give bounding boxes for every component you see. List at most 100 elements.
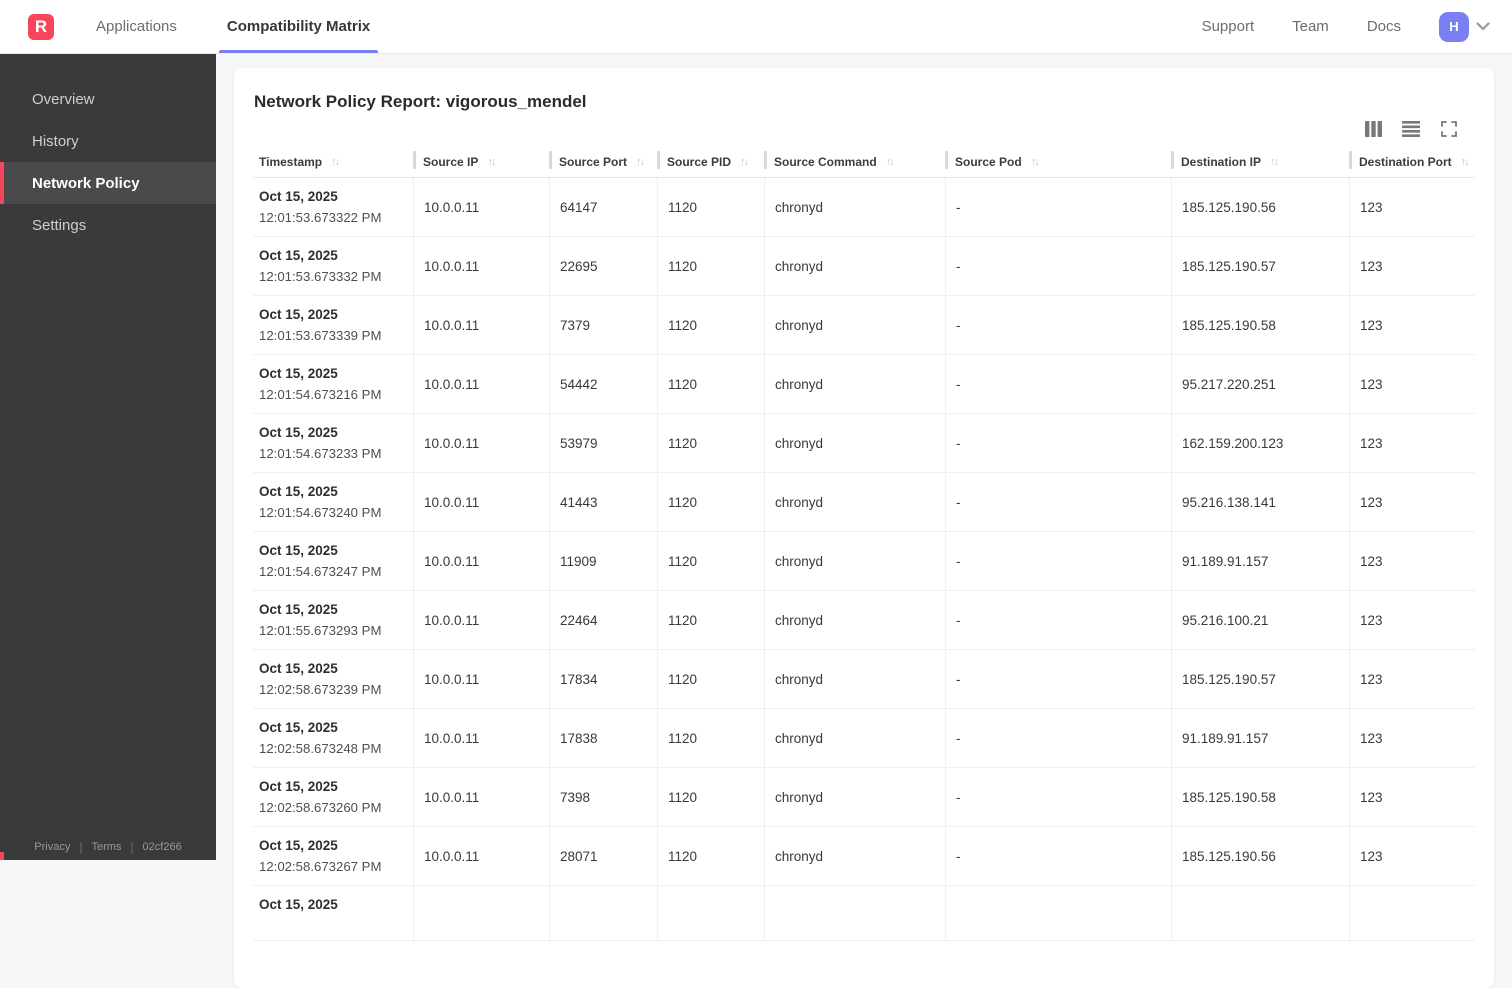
column-header[interactable]: Source IP ↑↓ bbox=[413, 150, 549, 177]
cell-source-pod: - bbox=[945, 768, 1171, 826]
cell-destination-ip: 162.159.200.123 bbox=[1171, 414, 1349, 472]
cell-timestamp: Oct 15, 2025 12:01:53.673339 PM bbox=[253, 296, 413, 354]
table-row[interactable]: Oct 15, 2025 12:01:54.673240 PM 10.0.0.1… bbox=[253, 473, 1475, 532]
sort-icon[interactable]: ↑↓ bbox=[636, 156, 645, 168]
cell-destination-ip: 91.189.91.157 bbox=[1171, 532, 1349, 590]
timestamp-time: 12:01:53.673332 PM bbox=[259, 269, 382, 284]
sort-icon[interactable]: ↑↓ bbox=[740, 156, 749, 168]
cell-destination-ip: 185.125.190.56 bbox=[1171, 827, 1349, 885]
cell-source-port: 11909 bbox=[549, 532, 657, 590]
timestamp-time: 12:01:54.673216 PM bbox=[259, 387, 382, 402]
column-header[interactable]: Source Command ↑↓ bbox=[764, 150, 945, 177]
table-row[interactable]: Oct 15, 2025 12:01:53.673322 PM 10.0.0.1… bbox=[253, 178, 1475, 237]
cell-source-port: 22695 bbox=[549, 237, 657, 295]
app-logo[interactable]: R bbox=[28, 13, 54, 40]
table-row[interactable]: Oct 15, 2025 12:01:53.673339 PM 10.0.0.1… bbox=[253, 296, 1475, 355]
sidebar-item[interactable]: History bbox=[0, 120, 216, 162]
timestamp-date: Oct 15, 2025 bbox=[259, 838, 338, 853]
cell-source-pod: - bbox=[945, 296, 1171, 354]
sidebar-item[interactable]: Network Policy bbox=[0, 162, 216, 204]
timestamp-time: 12:02:58.673260 PM bbox=[259, 800, 382, 815]
cell-timestamp: Oct 15, 2025 12:01:54.673247 PM bbox=[253, 532, 413, 590]
cell-source-pid: 1120 bbox=[657, 178, 764, 236]
cell-source-pod: - bbox=[945, 532, 1171, 590]
privacy-link[interactable]: Privacy bbox=[34, 841, 70, 853]
top-nav-item-label: Compatibility Matrix bbox=[226, 18, 371, 35]
chevron-down-icon[interactable] bbox=[1476, 22, 1490, 31]
cell-source-ip: 10.0.0.11 bbox=[413, 709, 549, 767]
table-row-partial[interactable]: Oct 15, 2025 bbox=[253, 886, 1475, 941]
column-header[interactable]: Timestamp ↑↓ bbox=[253, 150, 413, 177]
column-header[interactable]: Source Pod ↑↓ bbox=[945, 150, 1171, 177]
cell-destination-port: 123 bbox=[1349, 591, 1475, 649]
top-nav-item-label: Applications bbox=[96, 18, 177, 35]
timestamp-time: 12:01:55.673293 PM bbox=[259, 623, 382, 638]
table-row[interactable]: Oct 15, 2025 12:02:58.673267 PM 10.0.0.1… bbox=[253, 827, 1475, 886]
sort-icon[interactable]: ↑↓ bbox=[886, 156, 895, 168]
table-row[interactable]: Oct 15, 2025 12:01:54.673233 PM 10.0.0.1… bbox=[253, 414, 1475, 473]
table-row[interactable]: Oct 15, 2025 12:02:58.673260 PM 10.0.0.1… bbox=[253, 768, 1475, 827]
top-nav-item[interactable]: Applications bbox=[88, 0, 185, 53]
timestamp-date: Oct 15, 2025 bbox=[259, 366, 338, 381]
top-link[interactable]: Docs bbox=[1367, 18, 1401, 35]
cell-source-pod: - bbox=[945, 650, 1171, 708]
cell-source-pod: - bbox=[945, 709, 1171, 767]
cell-source-pid: 1120 bbox=[657, 414, 764, 472]
terms-link[interactable]: Terms bbox=[91, 841, 121, 853]
top-link[interactable]: Team bbox=[1292, 18, 1329, 35]
table-header-row: Timestamp ↑↓ Source IP ↑↓ Source Port ↑↓… bbox=[253, 150, 1475, 178]
cell-timestamp: Oct 15, 2025 12:02:58.673260 PM bbox=[253, 768, 413, 826]
avatar[interactable]: H bbox=[1439, 11, 1469, 42]
sort-icon[interactable]: ↑↓ bbox=[1270, 156, 1279, 168]
sidebar-nav: Overview History Network Policy Settings bbox=[0, 78, 216, 246]
timestamp-time: 12:01:53.673339 PM bbox=[259, 328, 382, 343]
cell-source-ip: 10.0.0.11 bbox=[413, 414, 549, 472]
column-header[interactable]: Destination IP ↑↓ bbox=[1171, 150, 1349, 177]
table-row[interactable]: Oct 15, 2025 12:02:58.673248 PM 10.0.0.1… bbox=[253, 709, 1475, 768]
timestamp-time: 12:01:54.673240 PM bbox=[259, 505, 382, 520]
cell-source-port: 28071 bbox=[549, 827, 657, 885]
column-header[interactable]: Source PID ↑↓ bbox=[657, 150, 764, 177]
cell-source-port bbox=[549, 886, 657, 940]
sidebar-item-label: Overview bbox=[32, 90, 95, 108]
table-row[interactable]: Oct 15, 2025 12:01:54.673216 PM 10.0.0.1… bbox=[253, 355, 1475, 414]
column-header[interactable]: Destination Port ↑↓ bbox=[1349, 150, 1475, 177]
top-nav-item[interactable]: Compatibility Matrix bbox=[218, 0, 379, 53]
sort-icon[interactable]: ↑↓ bbox=[331, 156, 340, 168]
sidebar-item[interactable]: Settings bbox=[0, 204, 216, 246]
cell-source-pod: - bbox=[945, 355, 1171, 413]
rows-view-icon[interactable] bbox=[1402, 120, 1420, 138]
column-header-label: Source Port bbox=[559, 155, 628, 169]
column-header-label: Timestamp bbox=[259, 155, 323, 169]
timestamp-date: Oct 15, 2025 bbox=[259, 602, 338, 617]
sort-icon[interactable]: ↑↓ bbox=[1461, 156, 1470, 168]
cell-destination-port: 123 bbox=[1349, 355, 1475, 413]
top-link[interactable]: Support bbox=[1202, 18, 1255, 35]
cell-source-command: chronyd bbox=[764, 591, 945, 649]
timestamp-date: Oct 15, 2025 bbox=[259, 779, 338, 794]
sort-icon[interactable]: ↑↓ bbox=[1031, 156, 1040, 168]
column-header[interactable]: Source Port ↑↓ bbox=[549, 150, 657, 177]
fullscreen-icon[interactable] bbox=[1440, 120, 1458, 138]
timestamp-time: 12:01:54.673247 PM bbox=[259, 564, 382, 579]
timestamp-date: Oct 15, 2025 bbox=[259, 720, 338, 735]
sort-icon[interactable]: ↑↓ bbox=[487, 156, 496, 168]
column-header-label: Destination IP bbox=[1181, 155, 1262, 169]
cell-timestamp: Oct 15, 2025 12:01:54.673216 PM bbox=[253, 355, 413, 413]
cell-destination-port: 123 bbox=[1349, 768, 1475, 826]
main-content: Network Policy Report: vigorous_mendel T… bbox=[216, 54, 1512, 988]
table-row[interactable]: Oct 15, 2025 12:01:55.673293 PM 10.0.0.1… bbox=[253, 591, 1475, 650]
cell-source-pod: - bbox=[945, 827, 1171, 885]
columns-view-icon[interactable] bbox=[1364, 120, 1382, 138]
cell-source-command: chronyd bbox=[764, 296, 945, 354]
cell-destination-ip: 95.216.138.141 bbox=[1171, 473, 1349, 531]
sidebar-item[interactable]: Overview bbox=[0, 78, 216, 120]
column-header-label: Source Pod bbox=[955, 155, 1022, 169]
cell-timestamp: Oct 15, 2025 bbox=[253, 886, 413, 940]
user-menu[interactable]: H bbox=[1439, 11, 1490, 42]
table-row[interactable]: Oct 15, 2025 12:02:58.673239 PM 10.0.0.1… bbox=[253, 650, 1475, 709]
cell-destination-port: 123 bbox=[1349, 650, 1475, 708]
cell-destination-port: 123 bbox=[1349, 473, 1475, 531]
table-row[interactable]: Oct 15, 2025 12:01:53.673332 PM 10.0.0.1… bbox=[253, 237, 1475, 296]
table-row[interactable]: Oct 15, 2025 12:01:54.673247 PM 10.0.0.1… bbox=[253, 532, 1475, 591]
